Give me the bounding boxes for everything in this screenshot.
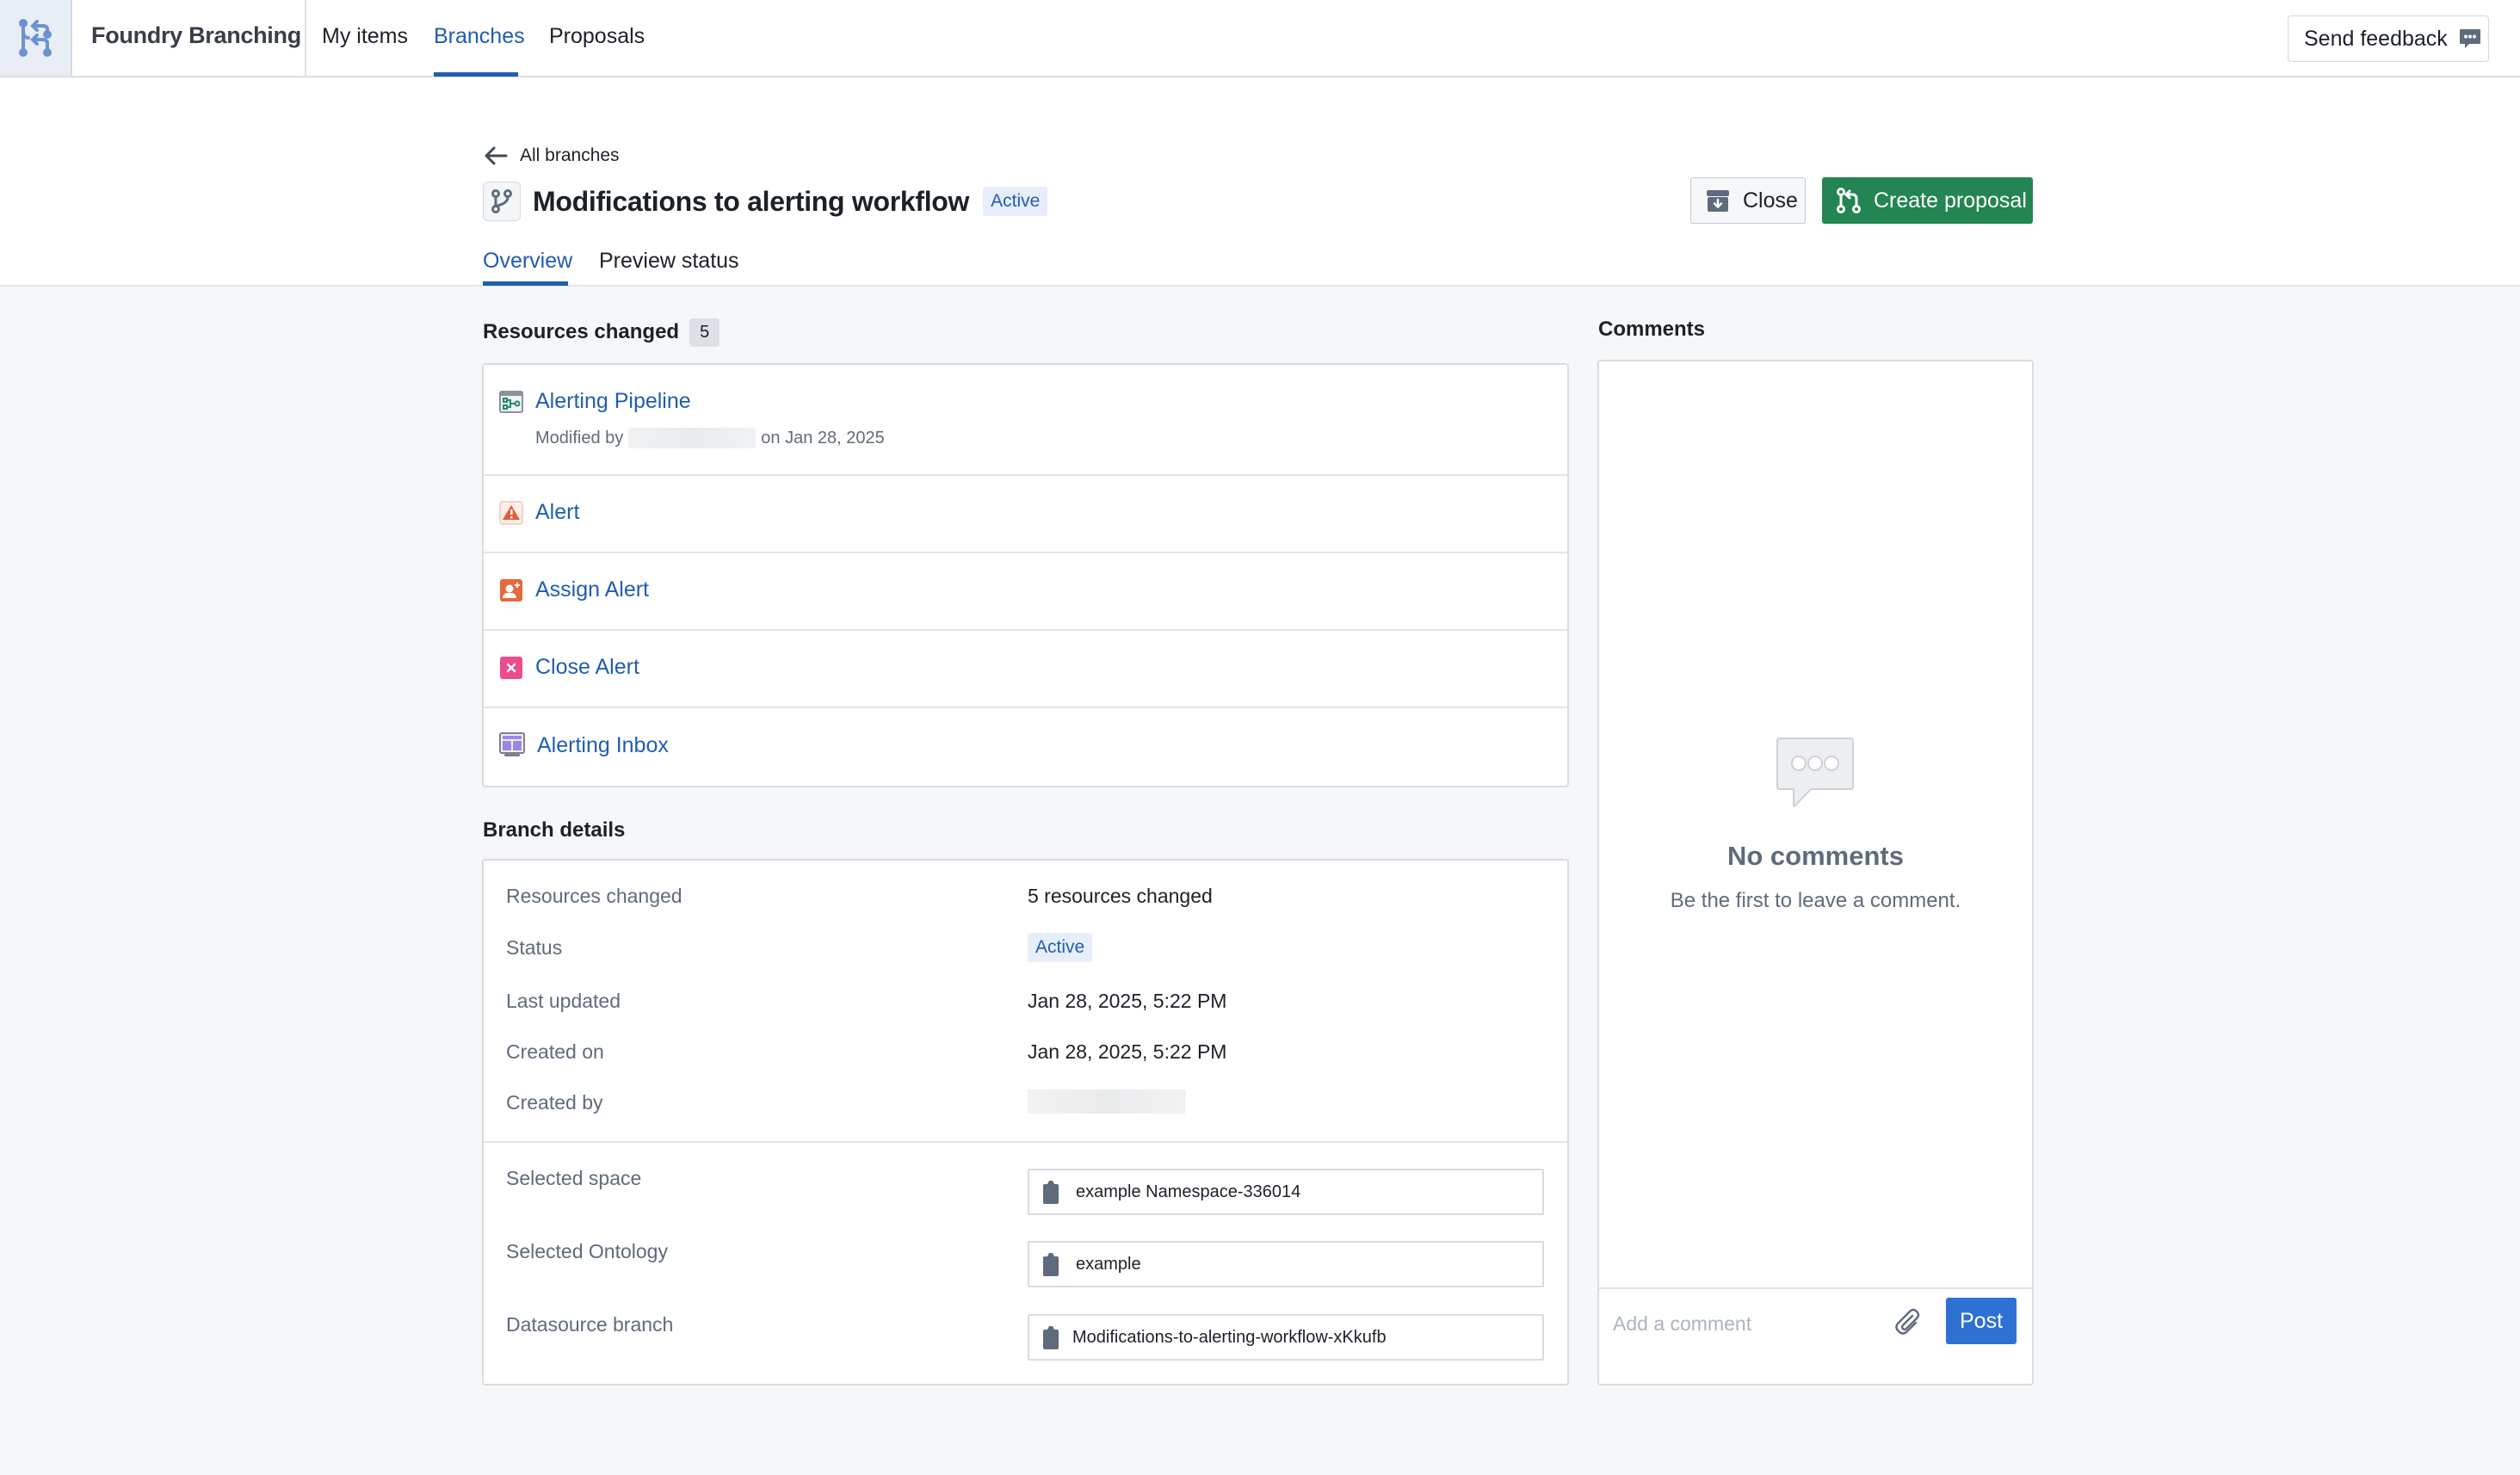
comment-composer: Post xyxy=(1599,1287,2032,1382)
close-x-icon xyxy=(500,656,522,679)
clipboard-icon xyxy=(1043,1253,1059,1276)
resource-name: Alerting Inbox xyxy=(537,732,669,757)
selected-ontology-value: example xyxy=(1076,1254,1141,1274)
send-feedback-button[interactable]: Send feedback xyxy=(2288,15,2489,62)
resources-changed-title: Resources changed xyxy=(483,320,680,343)
back-to-all-branches-link[interactable]: All branches xyxy=(484,145,620,166)
git-pull-request-icon xyxy=(1837,188,1861,213)
resource-modified-info: Modified by on Jan 28, 2025 xyxy=(535,428,885,448)
nav-tab-branches[interactable]: Branches xyxy=(434,24,525,49)
resource-name: Alerting Pipeline xyxy=(535,389,691,413)
branching-logo-icon xyxy=(19,19,52,57)
detail-label-status: Status xyxy=(506,936,563,959)
comment-input[interactable] xyxy=(1613,1306,1871,1341)
detail-label-datasource-branch: Datasource branch xyxy=(506,1313,674,1336)
resource-item: Alerting Inbox xyxy=(484,708,1567,786)
no-comments-subtitle: Be the first to leave a comment. xyxy=(1670,889,1961,912)
tab-active-indicator xyxy=(483,281,568,286)
detail-label-selected-space: Selected space xyxy=(506,1167,642,1189)
title-row: Modifications to alerting workflow Activ… xyxy=(483,182,1048,221)
detail-label-resources-changed: Resources changed xyxy=(506,885,682,907)
nav-divider xyxy=(305,0,306,76)
comments-empty-state: No comments Be the first to leave a comm… xyxy=(1599,737,2032,913)
nav-active-indicator xyxy=(434,72,518,77)
resource-name: Assign Alert xyxy=(535,577,650,602)
no-comments-title: No comments xyxy=(1727,841,1904,871)
comments-heading: Comments xyxy=(1598,318,1706,341)
workshop-app-icon xyxy=(499,732,525,756)
nav-tab-my-items[interactable]: My items xyxy=(322,24,408,49)
resources-list: Alerting Pipeline Modified by on Jan 28,… xyxy=(482,363,1569,787)
resource-item: Alert xyxy=(484,476,1567,553)
archive-icon xyxy=(1707,190,1729,212)
redacted-user-name xyxy=(628,428,757,448)
app-title: Foundry Branching xyxy=(91,22,301,48)
status-badge: Active xyxy=(1028,933,1093,962)
redacted-user-name xyxy=(1028,1089,1186,1114)
resources-count-badge: 5 xyxy=(689,318,720,347)
details-divider xyxy=(484,1141,1567,1143)
pipeline-icon xyxy=(499,390,523,413)
arrow-left-icon xyxy=(485,146,508,165)
resource-link-alert[interactable]: Alert xyxy=(499,500,579,525)
close-branch-button[interactable]: Close xyxy=(1690,177,1806,224)
selected-space-value: example Namespace-336014 xyxy=(1076,1182,1301,1201)
resource-link-close-alert[interactable]: Close Alert xyxy=(499,655,639,680)
paperclip-icon xyxy=(1895,1308,1920,1335)
resource-name: Close Alert xyxy=(535,655,639,679)
resource-link-alerting-pipeline[interactable]: Alerting Pipeline xyxy=(499,389,691,414)
clipboard-icon xyxy=(1043,1181,1059,1204)
resource-link-alerting-inbox[interactable]: Alerting Inbox xyxy=(499,732,669,758)
tab-preview-status[interactable]: Preview status xyxy=(599,249,739,274)
branch-details-panel: Resources changed 5 resources changed St… xyxy=(482,859,1569,1386)
assign-user-icon xyxy=(500,578,522,602)
comment-bubble-icon xyxy=(2458,27,2482,51)
detail-value-created-by xyxy=(1028,1089,1186,1119)
resources-changed-heading: Resources changed 5 xyxy=(483,318,720,347)
datasource-branch-value: Modifications-to-alerting-workflow-xKkuf… xyxy=(1072,1327,1387,1347)
attach-file-button[interactable] xyxy=(1893,1308,1921,1340)
modified-date: on Jan 28, 2025 xyxy=(761,428,885,447)
close-button-label: Close xyxy=(1743,188,1798,213)
post-comment-button[interactable]: Post xyxy=(1946,1298,2017,1344)
detail-label-selected-ontology: Selected Ontology xyxy=(506,1240,668,1262)
page-title: Modifications to alerting workflow xyxy=(533,185,970,217)
detail-label-created-by: Created by xyxy=(506,1091,603,1114)
top-nav-bar: Foundry Branching My items Branches Prop… xyxy=(0,0,2520,77)
status-badge: Active xyxy=(983,187,1048,216)
detail-label-created-on: Created on xyxy=(506,1040,604,1063)
app-logo[interactable] xyxy=(0,0,72,76)
resource-link-assign-alert[interactable]: Assign Alert xyxy=(499,577,649,602)
resource-item: Close Alert xyxy=(484,631,1567,708)
comments-panel: No comments Be the first to leave a comm… xyxy=(1597,360,2034,1386)
send-feedback-label: Send feedback xyxy=(2304,26,2448,51)
detail-value-resources-changed: 5 resources changed xyxy=(1028,885,1213,907)
clipboard-icon xyxy=(1043,1326,1059,1349)
selected-ontology-field[interactable]: example xyxy=(1028,1241,1544,1287)
warning-icon xyxy=(499,500,523,525)
resource-item: Alerting Pipeline Modified by on Jan 28,… xyxy=(484,365,1567,476)
page-header: All branches Modifications to alerting w… xyxy=(0,78,2520,287)
empty-comments-icon xyxy=(1776,738,1854,807)
detail-label-last-updated: Last updated xyxy=(506,990,621,1012)
detail-value-created-on: Jan 28, 2025, 5:22 PM xyxy=(1028,1040,1227,1063)
nav-tab-proposals[interactable]: Proposals xyxy=(549,24,645,49)
modified-by-label: Modified by xyxy=(535,428,624,447)
back-link-label: All branches xyxy=(520,145,620,165)
detail-value-status: Active xyxy=(1028,933,1093,962)
detail-value-last-updated: Jan 28, 2025, 5:22 PM xyxy=(1028,990,1227,1012)
tab-overview[interactable]: Overview xyxy=(483,249,572,274)
create-proposal-label: Create proposal xyxy=(1874,188,2027,213)
resource-name: Alert xyxy=(535,500,580,524)
git-branch-icon xyxy=(483,182,521,221)
resource-item: Assign Alert xyxy=(484,553,1567,631)
branch-details-heading: Branch details xyxy=(483,818,626,842)
datasource-branch-field[interactable]: Modifications-to-alerting-workflow-xKkuf… xyxy=(1028,1314,1544,1361)
create-proposal-button[interactable]: Create proposal xyxy=(1822,177,2033,224)
selected-space-field[interactable]: example Namespace-336014 xyxy=(1028,1169,1544,1215)
